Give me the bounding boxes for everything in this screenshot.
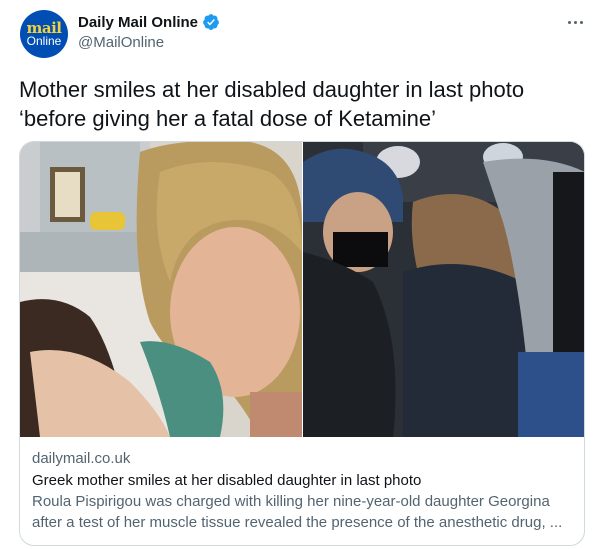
- avatar-logo-bottom: Online: [26, 33, 62, 48]
- tweet-text: Mother smiles at her disabled daughter i…: [19, 77, 525, 131]
- card-photo-arrest: [302, 142, 584, 437]
- card-description-line-2: after a test of her muscle tissue reveal…: [32, 514, 563, 531]
- card-photo-mother-daughter: [20, 142, 302, 437]
- link-card[interactable]: dailymail.co.uk Greek mother smiles at h…: [19, 141, 585, 546]
- card-title[interactable]: Greek mother smiles at her disabled daug…: [32, 470, 572, 491]
- more-options-icon[interactable]: [563, 10, 587, 34]
- card-description-line-1: Roula Pispirigou was charged with killin…: [32, 493, 550, 510]
- card-body[interactable]: dailymail.co.uk Greek mother smiles at h…: [20, 438, 584, 533]
- avatar-logo-top: mail: [26, 18, 63, 37]
- author-display-name[interactable]: Daily Mail Online: [78, 14, 198, 31]
- author-handle[interactable]: @MailOnline: [78, 34, 164, 51]
- card-image[interactable]: [20, 142, 584, 437]
- author-name-row[interactable]: Daily Mail Online: [78, 11, 220, 33]
- tweet[interactable]: mail Online Daily Mail Online @MailOnlin…: [0, 0, 601, 549]
- avatar[interactable]: mail Online: [20, 10, 68, 58]
- verified-badge-icon: [202, 13, 220, 31]
- card-domain: dailymail.co.uk: [32, 450, 131, 467]
